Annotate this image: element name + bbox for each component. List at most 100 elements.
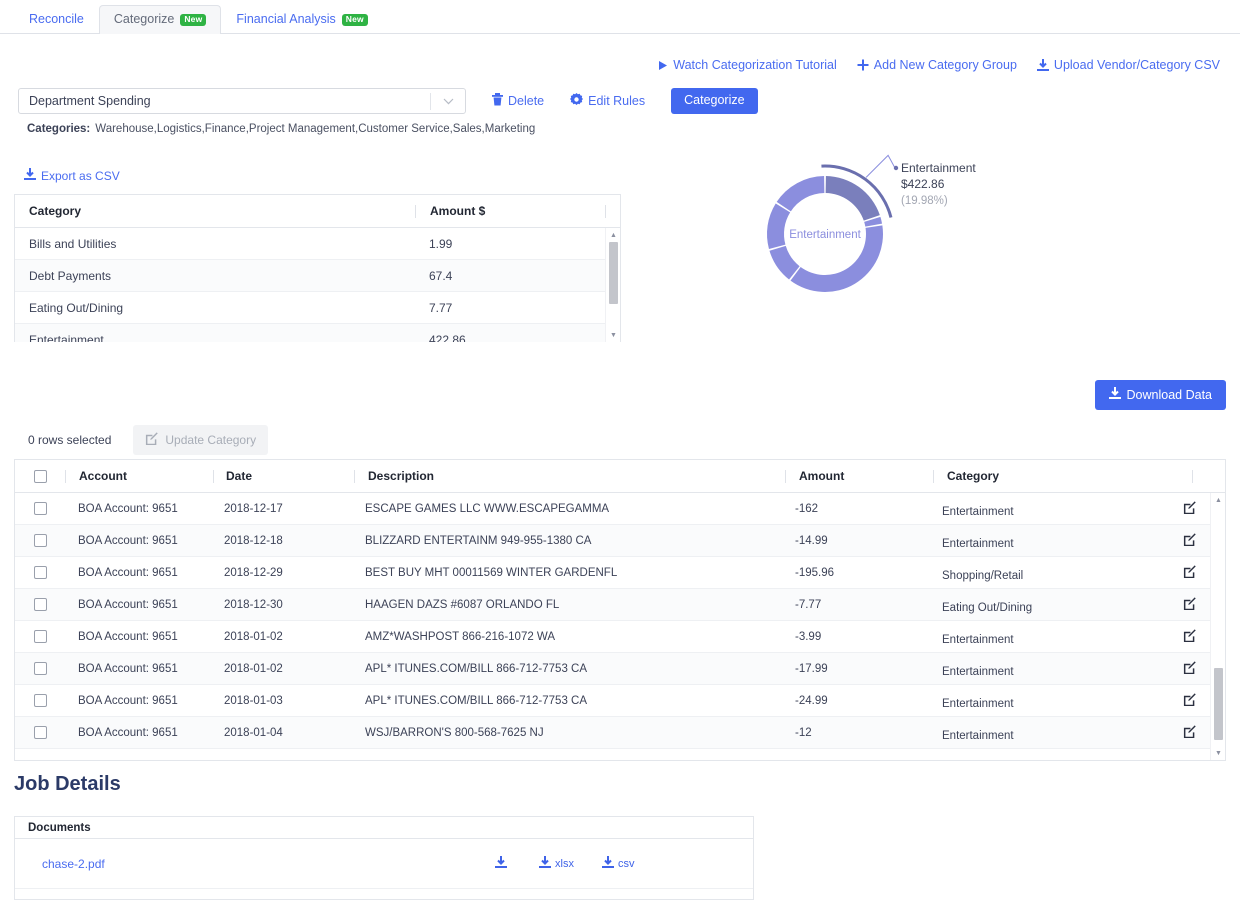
row-checkbox[interactable] [33,694,47,707]
donut-slice[interactable] [776,176,825,212]
row-checkbox-cell [15,502,65,515]
download-data-button[interactable]: Download Data [1094,380,1226,410]
edit-icon [1183,564,1196,581]
category-group-select[interactable]: Department Spending [18,88,466,114]
tab-reconcile[interactable]: Reconcile [14,5,99,34]
edit-icon [145,432,159,448]
account-column-header[interactable]: Account [66,469,213,483]
account-cell: BOA Account: 9651 [78,726,178,739]
delete-label: Delete [508,94,545,108]
edit-icon [1183,724,1196,741]
description-cell: HAAGEN DAZS #6087 ORLANDO FL [365,598,560,611]
update-category-button[interactable]: Update Category [133,425,269,455]
header-divider-2 [605,204,606,218]
category-name-cell: Eating Out/Dining [29,300,124,315]
add-category-group-link[interactable]: Add New Category Group [857,58,1017,72]
row-checkbox[interactable] [33,726,47,739]
tab-categorize[interactable]: Categorize New [98,5,222,34]
category-group-row: Department Spending Delete Edit Rules Ca… [18,88,758,114]
select-all-checkbox[interactable] [33,469,47,483]
table-row[interactable]: BOA Account: 9651 2018-01-04 WSJ/BARRON'S … [15,717,1225,749]
tab-financial-analysis[interactable]: Financial Analysis New [221,5,382,34]
delete-button[interactable]: Delete [492,93,544,109]
table-row[interactable]: BOA Account: 9651 2018-12-18 BLIZZARD ENTE… [15,525,1225,557]
category-table-row[interactable]: Bills and Utilities 1.99 [15,228,620,260]
download-xlsx-button[interactable]: xlsx [539,855,574,872]
date-cell: 2018-01-02 [224,662,283,675]
account-cell: BOA Account: 9651 [78,566,178,579]
description-cell: BEST BUY MHT 00011569 WINTER GARDENFL [365,566,618,579]
amount-cell: -7.77 [795,598,822,611]
amount-column-header[interactable]: Amount [786,469,933,483]
amount-column-header[interactable]: Amount $ [416,204,605,218]
scrollbar-thumb[interactable] [1214,668,1223,740]
add-category-group-label: Add New Category Group [873,58,1017,72]
category-table-row[interactable]: Eating Out/Dining 7.77 [15,292,620,324]
amount-cell: -3.99 [795,630,822,643]
header-divider [1191,469,1193,483]
row-checkbox[interactable] [33,566,47,579]
scroll-down-icon[interactable]: ▼ [606,329,620,341]
upload-vendor-csv-link[interactable]: Upload Vendor/Category CSV [1036,58,1220,72]
amount-cell: -14.99 [795,534,828,547]
scroll-down-icon[interactable]: ▼ [1211,747,1225,759]
date-column-header[interactable]: Date [214,469,354,483]
category-summary-table: Category Amount $ Bills and Utilities 1.9… [14,194,621,342]
gear-icon [570,93,584,109]
tab-categorize-new-badge: New [180,13,207,27]
edit-icon [1183,660,1196,677]
category-cell: Entertainment [942,666,1014,678]
table-row[interactable]: BOA Account: 9651 2018-12-17 ESCAPE GAMES … [15,493,1225,525]
download-csv-button[interactable]: csv [601,855,634,872]
download-pdf-button[interactable] [495,855,511,872]
category-table-body: Bills and Utilities 1.99 Debt Payments 67.4… [15,228,620,342]
table-row[interactable]: BOA Account: 9651 2018-01-02 APL* ITUNES.C… [15,653,1225,685]
category-cell: Shopping/Retail [942,570,1024,582]
amount-cell: -17.99 [795,662,828,675]
account-cell: BOA Account: 9651 [78,598,178,611]
amount-cell: -195.96 [795,566,835,579]
row-checkbox[interactable] [33,534,47,547]
date-cell: 2018-12-17 [224,502,283,515]
categorize-button[interactable]: Categorize [671,88,758,114]
document-file-link[interactable]: chase-2.pdf [15,857,495,871]
edit-rules-button[interactable]: Edit Rules [570,93,645,109]
table-row[interactable]: BOA Account: 9651 2018-01-02 AMZ*WASHPOST … [15,621,1225,653]
account-cell: BOA Account: 9651 [78,630,178,643]
category-table-row[interactable]: Entertainment 422.86 [15,324,620,342]
donut-center-label: Entertainment [789,229,861,241]
edit-icon [1183,692,1196,709]
category-name-cell: Entertainment [29,332,104,343]
row-checkbox-cell [15,598,65,611]
tab-financial-analysis-new-badge: New [341,13,368,27]
table-row[interactable]: BOA Account: 9651 2018-12-29 BEST BUY MHT … [15,557,1225,589]
description-column-header[interactable]: Description [355,469,785,483]
row-checkbox[interactable] [33,502,47,515]
scrollbar-thumb[interactable] [609,242,618,304]
scroll-up-icon[interactable]: ▲ [1211,494,1225,506]
category-amount-cell: 1.99 [429,236,453,251]
description-cell: AMZ*WASHPOST 866-216-1072 WA [365,630,556,643]
date-cell: 2018-12-30 [224,598,283,611]
transactions-table-scrollbar[interactable]: ▲ ▼ [1210,493,1225,760]
category-donut-chart: Entertainment Entertainment $422.86 (19.… [735,150,1065,335]
donut-callout-name: Entertainment [901,161,976,175]
table-row[interactable]: BOA Account: 9651 2018-12-30 HAAGEN DAZS #… [15,589,1225,621]
documents-header: Documents [15,817,753,839]
scroll-up-icon[interactable]: ▲ [606,229,620,241]
categories-summary: Categories: Warehouse,Logistics,Finance,P… [27,123,535,135]
table-row[interactable]: BOA Account: 9651 2018-01-03 APL* ITUNES.C… [15,685,1225,717]
description-cell: APL* ITUNES.COM/BILL 866-712-7753 CA [365,694,588,707]
export-as-csv-link[interactable]: Export as CSV [24,168,120,184]
category-table-scrollbar[interactable]: ▲ ▼ [605,228,620,342]
donut-slice[interactable] [767,203,791,250]
play-icon [657,60,668,71]
category-column-header[interactable]: Category [934,469,1159,483]
category-column-header[interactable]: Category [15,204,415,218]
chevron-down-icon[interactable] [431,98,465,105]
watch-tutorial-link[interactable]: Watch Categorization Tutorial [657,58,837,72]
row-checkbox[interactable] [33,598,47,611]
row-checkbox[interactable] [33,662,47,675]
category-table-row[interactable]: Debt Payments 67.4 [15,260,620,292]
row-checkbox[interactable] [33,630,47,643]
